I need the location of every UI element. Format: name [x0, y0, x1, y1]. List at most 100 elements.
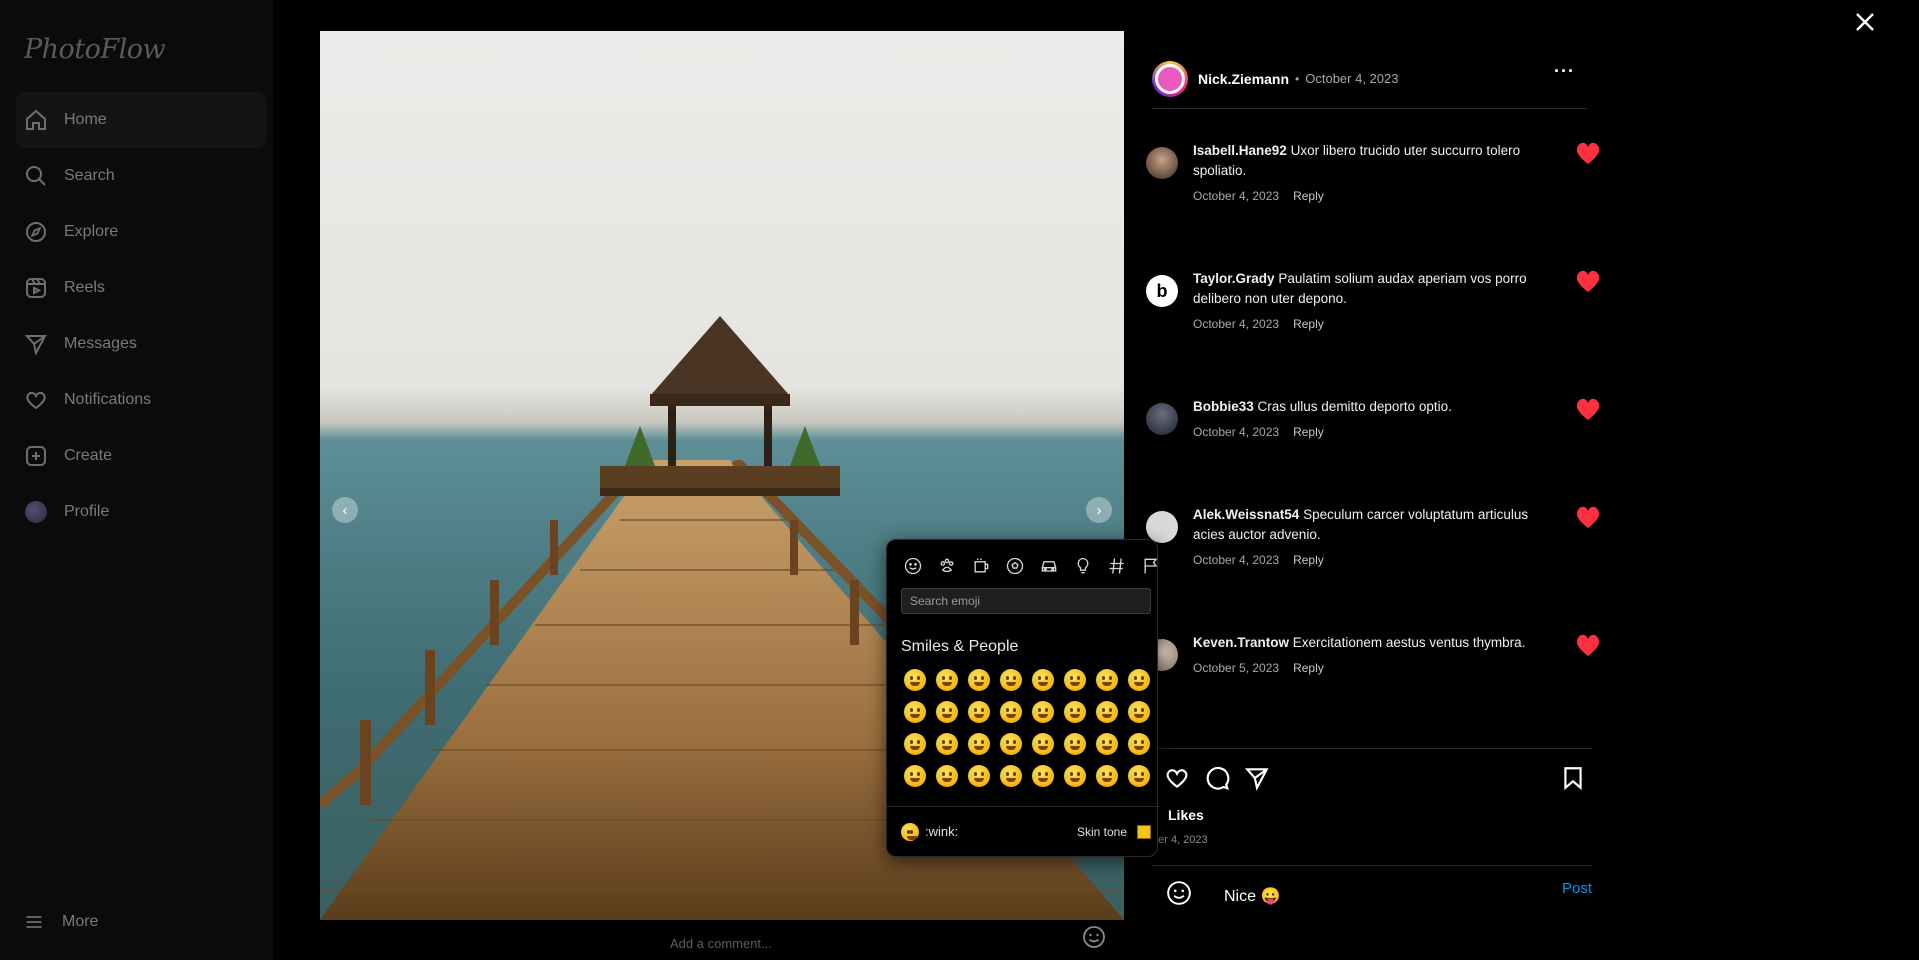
- author-avatar[interactable]: [1152, 60, 1188, 97]
- emoji-item[interactable]: [1027, 664, 1059, 696]
- hash-icon: [1109, 558, 1124, 574]
- sidebar-item-explore[interactable]: Explore: [16, 204, 266, 260]
- reply-button[interactable]: Reply: [1293, 317, 1324, 331]
- emoji-face-icon: [1064, 701, 1086, 723]
- comment-user[interactable]: Bobbie33: [1193, 399, 1254, 414]
- emoji-item[interactable]: [995, 760, 1027, 792]
- emoji-item[interactable]: [931, 664, 963, 696]
- tab-animals[interactable]: [935, 554, 959, 578]
- reply-button[interactable]: Reply: [1293, 661, 1324, 675]
- close-button[interactable]: [1852, 9, 1878, 35]
- like-heart-icon[interactable]: [1575, 633, 1601, 657]
- like-heart-icon[interactable]: [1575, 141, 1601, 165]
- like-button[interactable]: [1164, 765, 1190, 791]
- avatar[interactable]: [1146, 403, 1178, 435]
- emoji-item[interactable]: [1027, 760, 1059, 792]
- avatar[interactable]: b: [1146, 275, 1178, 307]
- emoji-item[interactable]: [963, 728, 995, 760]
- tab-activity[interactable]: [1003, 554, 1027, 578]
- avatar[interactable]: [1146, 511, 1178, 543]
- sidebar-item-messages[interactable]: Messages: [16, 316, 266, 372]
- sidebar-item-reels[interactable]: Reels: [16, 260, 266, 316]
- more-options-icon[interactable]: ···: [1554, 61, 1575, 82]
- prev-image-button[interactable]: ‹: [332, 497, 358, 523]
- comment-user[interactable]: Keven.Trantow: [1193, 635, 1289, 650]
- emoji-item[interactable]: [1091, 728, 1123, 760]
- like-heart-icon[interactable]: [1575, 269, 1601, 293]
- share-button[interactable]: [1244, 765, 1270, 791]
- comment-user[interactable]: Isabell.Hane92: [1193, 143, 1287, 158]
- smiley-icon[interactable]: [1082, 925, 1106, 949]
- emoji-item[interactable]: [1123, 664, 1155, 696]
- comment-user[interactable]: Taylor.Grady: [1193, 271, 1275, 286]
- reply-button[interactable]: Reply: [1293, 425, 1324, 439]
- comment-item: Keven.Trantow Exercitationem aestus vent…: [1146, 633, 1600, 675]
- sidebar-item-create[interactable]: Create: [16, 428, 266, 484]
- emoji-item[interactable]: [963, 760, 995, 792]
- emoji-item[interactable]: [1027, 728, 1059, 760]
- tab-smileys[interactable]: [901, 554, 925, 578]
- emoji-face-icon: [1096, 733, 1118, 755]
- emoji-item[interactable]: [1123, 760, 1155, 792]
- reply-button[interactable]: Reply: [1293, 553, 1324, 567]
- emoji-item[interactable]: [1059, 696, 1091, 728]
- like-heart-icon[interactable]: [1575, 397, 1601, 421]
- next-image-button[interactable]: ›: [1086, 497, 1112, 523]
- emoji-item[interactable]: [1091, 664, 1123, 696]
- emoji-item[interactable]: [995, 696, 1027, 728]
- emoji-item[interactable]: [1059, 728, 1091, 760]
- emoji-item[interactable]: [995, 728, 1027, 760]
- emoji-face-icon: [1128, 669, 1150, 691]
- sidebar-item-search[interactable]: Search: [16, 148, 266, 204]
- compass-icon: [24, 220, 48, 244]
- reels-icon: [24, 276, 48, 300]
- emoji-item[interactable]: [899, 760, 931, 792]
- tab-food[interactable]: [969, 554, 993, 578]
- emoji-item[interactable]: [963, 664, 995, 696]
- likes-count[interactable]: Likes: [1168, 807, 1204, 823]
- chevron-right-icon: ›: [1096, 501, 1102, 519]
- comment-placeholder[interactable]: Add a comment...: [670, 936, 772, 951]
- menu-icon: [26, 916, 42, 928]
- reply-button[interactable]: Reply: [1293, 189, 1324, 203]
- tab-symbols[interactable]: [1105, 554, 1129, 578]
- emoji-item[interactable]: [1123, 728, 1155, 760]
- tab-flags[interactable]: [1139, 554, 1163, 578]
- emoji-face-icon: [1096, 765, 1118, 787]
- more-button[interactable]: More: [24, 912, 98, 932]
- sidebar-item-notifications[interactable]: Notifications: [16, 372, 266, 428]
- comment-input[interactable]: Nice 😛: [1224, 886, 1280, 906]
- emoji-item[interactable]: [931, 760, 963, 792]
- tab-travel[interactable]: [1037, 554, 1061, 578]
- emoji-search-input[interactable]: Search emoji: [901, 588, 1151, 614]
- emoji-grid: [899, 664, 1155, 792]
- emoji-item[interactable]: [1059, 760, 1091, 792]
- author-name[interactable]: Nick.Ziemann: [1198, 71, 1289, 87]
- emoji-item[interactable]: [931, 728, 963, 760]
- emoji-item[interactable]: [995, 664, 1027, 696]
- emoji-item[interactable]: [899, 664, 931, 696]
- post-comment-button[interactable]: Post: [1562, 880, 1592, 897]
- ball-icon: [1006, 557, 1024, 575]
- emoji-item[interactable]: [963, 696, 995, 728]
- emoji-item[interactable]: [899, 728, 931, 760]
- sidebar-item-home[interactable]: Home: [16, 92, 266, 148]
- save-button[interactable]: [1560, 765, 1586, 791]
- skin-tone-swatch[interactable]: [1137, 825, 1151, 839]
- emoji-item[interactable]: [1091, 760, 1123, 792]
- brand-logo[interactable]: PhotoFlow: [24, 34, 166, 65]
- emoji-item[interactable]: [1091, 696, 1123, 728]
- emoji-item[interactable]: [1059, 664, 1091, 696]
- comment-user[interactable]: Alek.Weissnat54: [1193, 507, 1299, 522]
- like-heart-icon[interactable]: [1575, 505, 1601, 529]
- comment-button[interactable]: [1204, 765, 1230, 791]
- emoji-item[interactable]: [1027, 696, 1059, 728]
- emoji-item[interactable]: [1123, 696, 1155, 728]
- emoji-picker-toggle-icon[interactable]: [1166, 880, 1192, 906]
- avatar[interactable]: [1146, 147, 1178, 179]
- tab-objects[interactable]: [1071, 554, 1095, 578]
- emoji-face-icon: [936, 701, 958, 723]
- sidebar-item-profile[interactable]: Profile: [16, 484, 266, 540]
- emoji-item[interactable]: [931, 696, 963, 728]
- emoji-item[interactable]: [899, 696, 931, 728]
